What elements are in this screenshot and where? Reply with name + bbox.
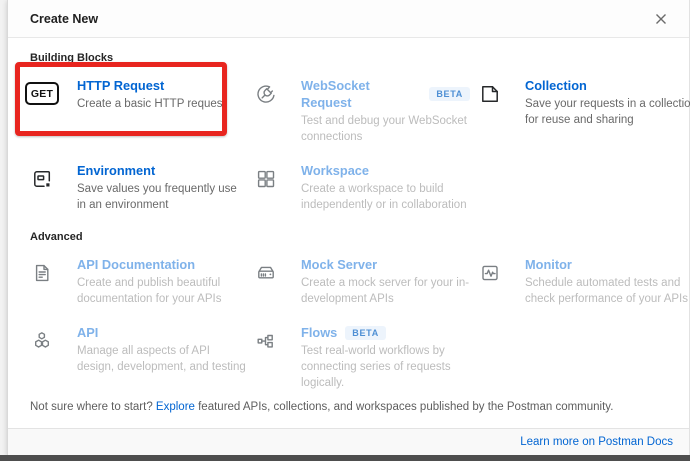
document-icon	[22, 261, 62, 285]
card-collection[interactable]: Collection Save your requests in a colle…	[470, 77, 690, 145]
close-icon[interactable]	[653, 11, 669, 27]
footer-bar: Learn more on Postman Docs	[8, 428, 689, 455]
card-websocket-request[interactable]: WebSocket RequestBETA Test and debug you…	[246, 77, 470, 145]
card-description: Save values you frequently use in an env…	[77, 181, 246, 213]
dialog-header: Create New	[8, 0, 689, 38]
card-api-documentation[interactable]: API Documentation Create and publish bea…	[22, 256, 246, 307]
beta-badge: BETA	[429, 87, 470, 101]
card-title: WebSocket RequestBETA	[301, 77, 470, 111]
card-mock-server[interactable]: Mock Server Create a mock server for you…	[246, 256, 470, 307]
card-description: Test real-world workflows by connecting …	[301, 343, 470, 391]
hexagons-icon	[22, 329, 62, 353]
flow-tree-icon	[246, 329, 286, 353]
create-new-dialog: Create New Building Blocks GET HTTP Requ…	[7, 0, 690, 455]
card-environment[interactable]: Environment Save values you frequently u…	[22, 162, 246, 213]
section-label-building-blocks: Building Blocks	[30, 52, 675, 64]
postman-docs-link[interactable]: Learn more on Postman Docs	[520, 436, 673, 448]
card-title: FlowsBETA	[301, 324, 470, 341]
card-http-request[interactable]: GET HTTP Request Create a basic HTTP req…	[22, 77, 246, 145]
card-title: Monitor	[525, 256, 690, 273]
environment-icon	[22, 167, 62, 191]
card-description: Save your requests in a collection for r…	[525, 96, 690, 128]
card-description: Manage all aspects of API design, develo…	[77, 343, 246, 375]
section-label-advanced: Advanced	[30, 231, 675, 243]
card-title: API Documentation	[77, 256, 246, 273]
monitor-pulse-icon	[470, 261, 510, 285]
collection-icon	[470, 82, 510, 106]
websocket-icon	[246, 82, 286, 106]
card-description: Create a mock server for your in-develop…	[301, 275, 470, 307]
card-flows[interactable]: FlowsBETA Test real-world workflows by c…	[246, 324, 470, 391]
card-description: Create and publish beautiful documentati…	[77, 275, 246, 307]
card-title: HTTP Request	[77, 77, 246, 94]
footer-note: Not sure where to start? Explore feature…	[30, 401, 675, 413]
card-workspace[interactable]: Workspace Create a workspace to build in…	[246, 162, 470, 213]
building-blocks-grid: GET HTTP Request Create a basic HTTP req…	[22, 77, 675, 213]
get-method-icon: GET	[22, 82, 62, 105]
dialog-title: Create New	[30, 12, 98, 26]
screen-edge-strip	[0, 455, 690, 461]
card-description: Schedule automated tests and check perfo…	[525, 275, 690, 307]
card-title: Collection	[525, 77, 690, 94]
advanced-grid: API Documentation Create and publish bea…	[22, 256, 675, 391]
card-description: Create a workspace to build independentl…	[301, 181, 470, 213]
dialog-content: Building Blocks GET HTTP Request Create …	[8, 52, 689, 413]
beta-badge: BETA	[345, 326, 386, 340]
card-api[interactable]: API Manage all aspects of API design, de…	[22, 324, 246, 391]
explore-link[interactable]: Explore	[156, 401, 195, 413]
card-title: Environment	[77, 162, 246, 179]
card-title: API	[77, 324, 246, 341]
card-monitor[interactable]: Monitor Schedule automated tests and che…	[470, 256, 690, 307]
workspace-grid-icon	[246, 167, 286, 191]
card-title: Mock Server	[301, 256, 470, 273]
card-title: Workspace	[301, 162, 470, 179]
server-icon	[246, 261, 286, 285]
card-description: Test and debug your WebSocket connection…	[301, 113, 470, 145]
card-description: Create a basic HTTP request	[77, 96, 246, 112]
